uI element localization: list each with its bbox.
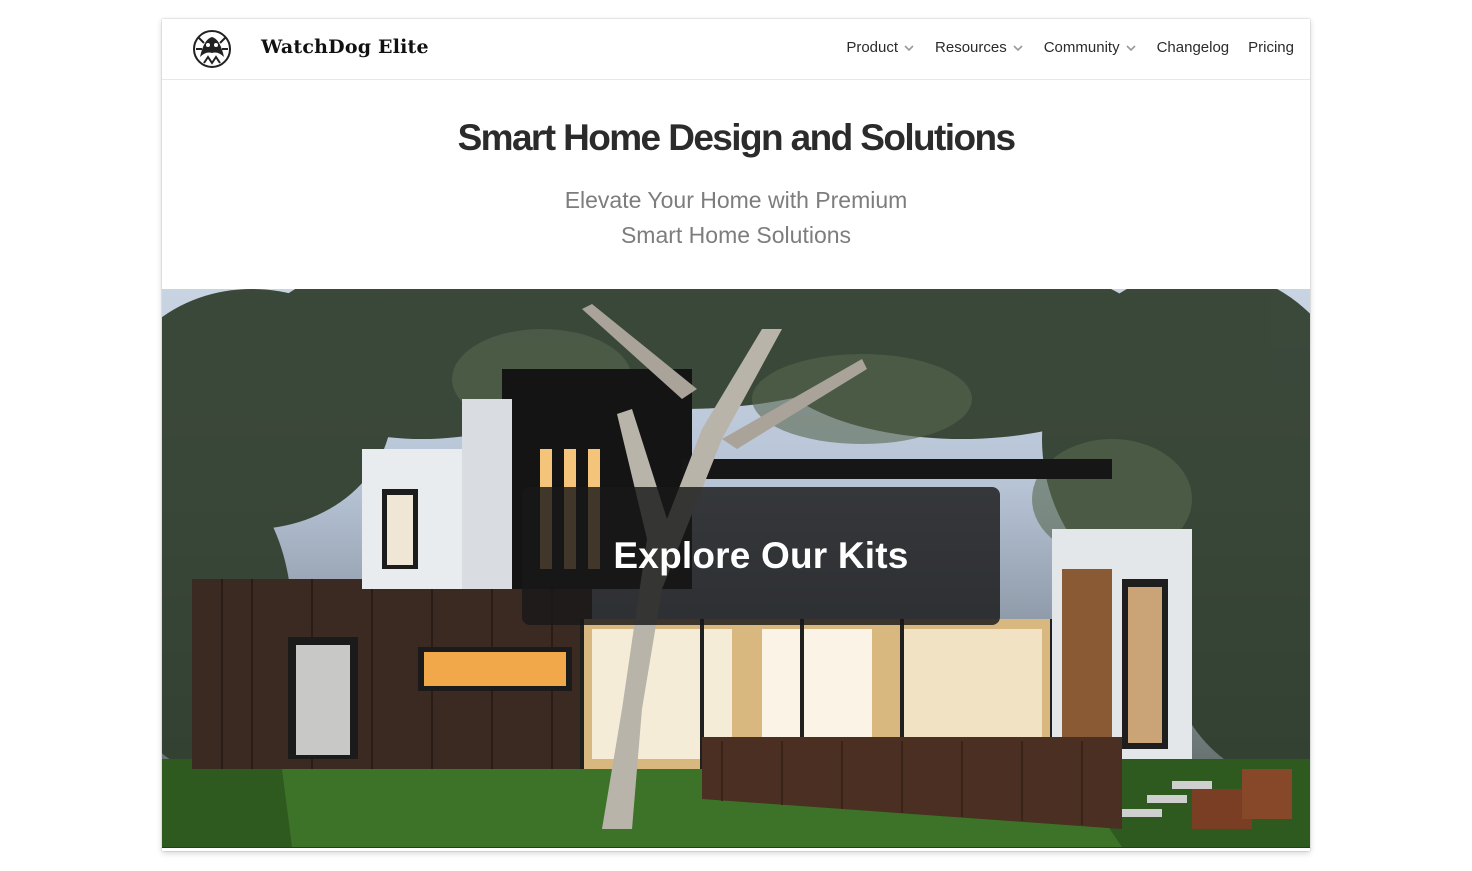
- brand-name[interactable]: WatchDog Elite: [261, 36, 429, 58]
- explore-kits-label: Explore Our Kits: [613, 535, 909, 576]
- hero-title: Smart Home Design and Solutions: [457, 117, 1016, 158]
- nav-item-label: Pricing: [1248, 39, 1294, 56]
- dog-emblem-icon[interactable]: [190, 27, 234, 71]
- nav-item-label: Changelog: [1156, 39, 1230, 56]
- nav-item-label: Resources: [935, 39, 1007, 56]
- hero-subtitle-line-2: Smart Home Solutions: [620, 222, 852, 248]
- chevron-down-icon: [1013, 44, 1023, 51]
- nav-item-label: Product: [846, 39, 899, 56]
- main-nav: Product Resources Community Changelog Pr…: [827, 39, 1294, 56]
- hero-image: Explore Our Kits: [162, 289, 1310, 847]
- nav-item-resources[interactable]: Resources: [935, 39, 1025, 56]
- chevron-down-icon: [904, 44, 914, 51]
- chevron-down-icon: [1126, 44, 1136, 51]
- hero-subtitle: Elevate Your Home with Premium Smart Hom…: [162, 183, 1310, 253]
- nav-item-label: Community: [1043, 39, 1120, 56]
- hero-subtitle-line-1: Elevate Your Home with Premium: [564, 187, 908, 213]
- page-frame: WatchDog Elite Product Resources Communi…: [162, 19, 1310, 851]
- nav-item-changelog[interactable]: Changelog: [1157, 39, 1230, 56]
- page-bottom-divider: [162, 847, 1310, 851]
- nav-item-pricing[interactable]: Pricing: [1248, 39, 1294, 56]
- explore-kits-button[interactable]: Explore Our Kits: [522, 487, 1000, 625]
- nav-item-product[interactable]: Product: [846, 39, 916, 56]
- nav-item-community[interactable]: Community: [1044, 39, 1138, 56]
- top-navbar: WatchDog Elite Product Resources Communi…: [162, 19, 1310, 80]
